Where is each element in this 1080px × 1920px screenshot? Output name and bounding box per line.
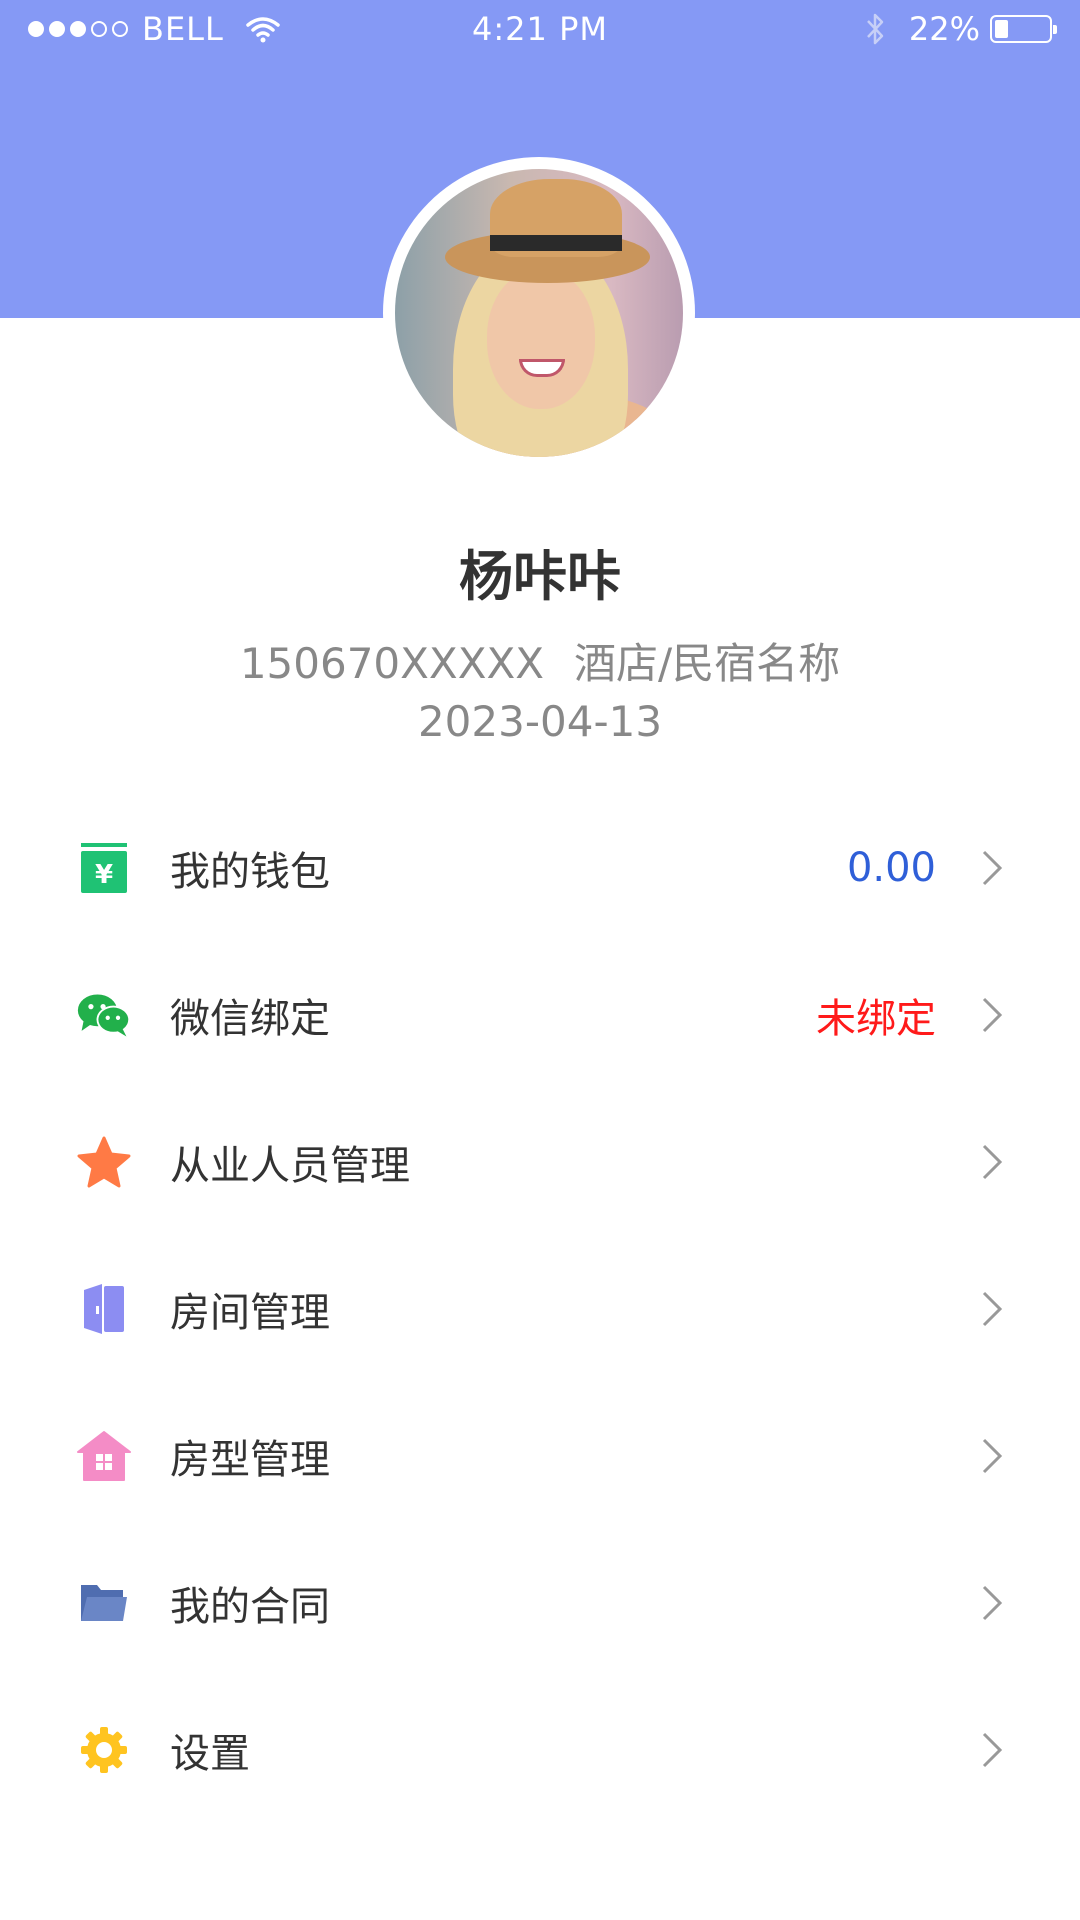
chevron-right-icon — [982, 850, 1003, 885]
chevron-right-icon — [982, 1438, 1003, 1473]
menu-label: 微信绑定 — [170, 995, 330, 1042]
menu-label: 我的合同 — [170, 1583, 330, 1630]
chevron-right-icon — [982, 1732, 1003, 1767]
menu-item-staff-management[interactable]: 从业人员管理 — [0, 1088, 1080, 1235]
door-icon — [76, 1281, 132, 1337]
gear-icon — [76, 1722, 132, 1778]
menu-item-settings[interactable]: 设置 — [0, 1676, 1080, 1823]
bluetooth-icon — [866, 13, 884, 45]
folder-icon — [76, 1575, 132, 1631]
battery-percent: 22% — [908, 10, 980, 48]
menu-label: 设置 — [170, 1730, 250, 1777]
wallet-balance: 0.00 — [846, 844, 936, 891]
wallet-icon: ¥ — [76, 840, 132, 896]
user-phone: 150670XXXXX — [239, 639, 545, 688]
avatar-hat-band — [490, 235, 622, 251]
menu-item-wechat-binding[interactable]: 微信绑定 未绑定 — [0, 941, 1080, 1088]
status-bar: BELL 4:21 PM 22% — [0, 0, 1080, 60]
chevron-right-icon — [982, 1144, 1003, 1179]
chevron-right-icon — [982, 1291, 1003, 1326]
wechat-icon — [76, 987, 132, 1043]
hotel-name: 酒店/民宿名称 — [574, 639, 841, 688]
menu-label: 房间管理 — [170, 1289, 330, 1336]
menu-label: 从业人员管理 — [170, 1142, 410, 1189]
star-icon — [76, 1134, 132, 1190]
house-icon — [76, 1428, 132, 1484]
chevron-right-icon — [982, 997, 1003, 1032]
status-right: 22% — [865, 10, 1057, 48]
menu-item-my-contracts[interactable]: 我的合同 — [0, 1529, 1080, 1676]
chevron-right-icon — [982, 1585, 1003, 1620]
svg-text:¥: ¥ — [95, 860, 113, 890]
battery-level — [995, 20, 1008, 38]
avatar-face — [487, 269, 595, 409]
wechat-bind-status: 未绑定 — [816, 995, 936, 1042]
menu-label: 我的钱包 — [170, 848, 330, 895]
user-name: 杨咔咔 — [459, 545, 621, 608]
menu-item-wallet[interactable]: ¥ 我的钱包 0.00 — [0, 794, 1080, 941]
battery-icon — [990, 15, 1057, 43]
avatar-photo — [395, 169, 683, 457]
menu-list: ¥ 我的钱包 0.00 微信绑定 未绑定 从业人员管理 房间管理 房型管理 我的… — [0, 794, 1080, 1823]
user-meta: 150670XXXXX 酒店/民宿名称 — [0, 630, 1080, 691]
menu-item-room-management[interactable]: 房间管理 — [0, 1235, 1080, 1382]
menu-label: 房型管理 — [170, 1436, 330, 1483]
user-date: 2023-04-13 — [417, 697, 663, 746]
menu-item-room-type-management[interactable]: 房型管理 — [0, 1382, 1080, 1529]
avatar[interactable] — [383, 157, 695, 469]
